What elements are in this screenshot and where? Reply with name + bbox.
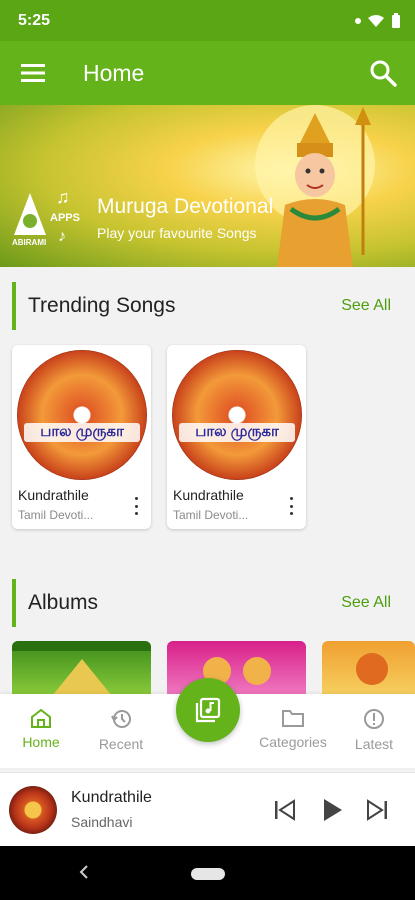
song-card[interactable]: பால முருகா Kundrathile Tamil Devoti... <box>167 345 306 529</box>
nav-latest-label: Latest <box>354 736 394 752</box>
album-tile[interactable] <box>322 641 415 696</box>
app-bar: Home <box>0 41 415 105</box>
brand-logo: ABIRAMI APPS ♫ ♪ <box>10 187 90 247</box>
song-card[interactable]: பால முருகா Kundrathile Tamil Devoti... <box>12 345 151 529</box>
home-icon <box>31 708 51 728</box>
now-playing-artist: Saindhavi <box>71 814 133 830</box>
song-title: Kundrathile <box>18 487 89 503</box>
system-navigation-bar <box>0 846 415 900</box>
nav-recent-label: Recent <box>98 736 144 752</box>
mini-player[interactable]: Kundrathile Saindhavi <box>0 772 415 846</box>
banner-title: Muruga Devotional <box>97 195 274 218</box>
albums-section-header: Albums See All <box>0 577 415 629</box>
logo-apps-text: APPS <box>50 212 80 224</box>
now-playing-title: Kundrathile <box>71 789 152 806</box>
status-bar: 5:25 <box>0 0 415 41</box>
album-cover-title: பால முருகா <box>179 423 295 442</box>
album-cover <box>172 350 302 480</box>
trending-see-all-link[interactable]: See All <box>341 297 391 315</box>
nav-categories-label: Categories <box>259 734 327 750</box>
song-category: Tamil Devoti... <box>173 508 249 522</box>
search-button[interactable] <box>351 41 415 105</box>
skip-next-icon <box>367 799 387 821</box>
nav-recent[interactable]: Recent <box>81 708 161 752</box>
menu-icon <box>21 64 45 82</box>
home-pill-button[interactable] <box>191 868 225 880</box>
now-playing-artwork <box>9 786 57 834</box>
status-icons <box>355 12 401 29</box>
battery-icon <box>392 12 400 28</box>
previous-button[interactable] <box>270 795 300 825</box>
page-title: Home <box>83 59 145 86</box>
trending-section-header: Trending Songs See All <box>0 280 415 332</box>
skip-previous-icon <box>275 799 295 821</box>
svg-text:♪: ♪ <box>58 228 66 245</box>
more-options-icon[interactable] <box>131 497 141 515</box>
song-category: Tamil Devoti... <box>18 508 94 522</box>
deity-illustration <box>255 105 375 267</box>
notification-dot-icon <box>355 17 361 24</box>
logo-wordmark: ABIRAMI <box>12 238 46 247</box>
back-icon[interactable] <box>74 862 94 882</box>
album-tile[interactable] <box>12 641 151 696</box>
wifi-icon <box>368 14 384 27</box>
nav-latest[interactable]: Latest <box>334 708 414 752</box>
section-accent-bar <box>12 579 16 627</box>
song-title: Kundrathile <box>173 487 244 503</box>
alert-icon <box>364 709 384 729</box>
nav-home-label: Home <box>22 734 60 750</box>
section-accent-bar <box>12 282 16 330</box>
library-fab-button[interactable] <box>176 678 240 742</box>
more-options-icon[interactable] <box>286 497 296 515</box>
history-icon <box>111 710 131 728</box>
albums-see-all-link[interactable]: See All <box>341 594 391 612</box>
album-cover-title: பால முருகா <box>24 423 140 442</box>
library-music-icon <box>195 697 221 723</box>
folder-icon <box>282 710 304 727</box>
albums-title: Albums <box>28 591 99 614</box>
search-icon <box>370 60 397 87</box>
banner-subtitle: Play your favourite Songs <box>97 225 257 241</box>
next-button[interactable] <box>362 795 392 825</box>
nav-categories[interactable]: Categories <box>253 708 333 750</box>
banner-text: Muruga Devotional Play your favourite So… <box>97 195 273 241</box>
trending-title: Trending Songs <box>28 294 176 317</box>
status-time: 5:25 <box>18 11 51 29</box>
featured-banner[interactable]: ABIRAMI APPS ♫ ♪ Muruga Devotional Play … <box>0 105 415 267</box>
nav-home[interactable]: Home <box>1 708 81 750</box>
play-button[interactable] <box>317 795 347 825</box>
svg-text:♫: ♫ <box>56 187 70 207</box>
play-icon <box>324 799 342 821</box>
menu-button[interactable] <box>0 41 66 105</box>
album-cover <box>17 350 147 480</box>
